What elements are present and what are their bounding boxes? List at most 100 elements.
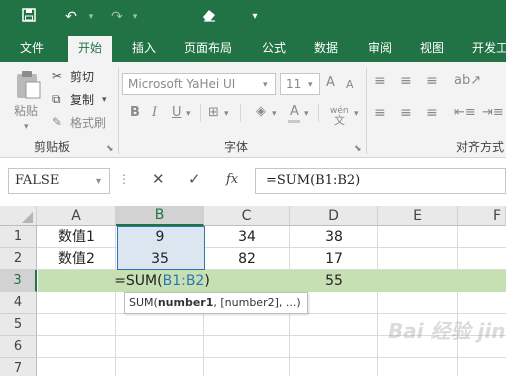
tab-home[interactable]: 开始: [68, 36, 113, 62]
row-header-6[interactable]: 6: [0, 336, 37, 358]
title-bar: ↶ ▾ ↷ ▾ ▾: [0, 0, 506, 34]
tab-data[interactable]: 数据: [314, 40, 338, 62]
eraser-icon[interactable]: [200, 8, 218, 27]
cell-b3-editing[interactable]: =SUM(B1:B2): [112, 270, 212, 292]
decrease-font-icon[interactable]: A: [346, 78, 354, 92]
redo-icon[interactable]: ↷: [108, 8, 126, 26]
align-center-icon[interactable]: ≡: [400, 106, 412, 120]
row-header-2[interactable]: 2: [0, 248, 37, 270]
format-painter-icon[interactable]: ✎: [52, 115, 62, 129]
format-painter-button[interactable]: 格式刷: [70, 116, 106, 130]
font-color-icon[interactable]: A: [290, 105, 299, 119]
alignment-group-label: 对齐方式: [456, 140, 505, 154]
cell-b3-formula-start: =SUM(: [114, 273, 163, 289]
phonetic-dropdown-icon[interactable]: ▾: [354, 107, 359, 121]
cell-d3[interactable]: 55: [290, 270, 378, 292]
decrease-indent-icon[interactable]: ⇤≡: [454, 106, 476, 120]
font-group-label: 字体: [224, 140, 249, 154]
clipboard-launcher-icon[interactable]: ⬊: [106, 142, 114, 156]
tooltip-remaining-args: , [number2], ...): [213, 296, 301, 309]
align-left-icon[interactable]: ≡: [374, 106, 386, 120]
customize-qat-icon[interactable]: ▾: [248, 8, 262, 26]
tab-review[interactable]: 审阅: [368, 40, 392, 62]
underline-button[interactable]: U: [172, 106, 182, 120]
align-middle-icon[interactable]: ≡: [400, 74, 412, 88]
copy-button[interactable]: 复制: [70, 93, 94, 107]
paste-icon[interactable]: [14, 70, 42, 100]
align-right-icon[interactable]: ≡: [426, 106, 438, 120]
tab-formulas[interactable]: 公式: [262, 40, 286, 62]
font-color-swatch: [288, 120, 300, 123]
row-header-1[interactable]: 1: [0, 226, 37, 248]
column-header-c[interactable]: C: [204, 206, 290, 226]
column-header-b[interactable]: B: [116, 206, 204, 226]
tab-page-layout[interactable]: 页面布局: [184, 40, 232, 62]
font-color-dropdown-icon[interactable]: ▾: [304, 107, 309, 121]
font-divider: [318, 104, 319, 122]
font-launcher-icon[interactable]: ⬊: [354, 142, 362, 156]
column-header-a[interactable]: A: [37, 206, 116, 226]
formula-input[interactable]: =SUM(B1:B2): [256, 168, 506, 194]
column-header-e[interactable]: E: [378, 206, 458, 226]
tab-developer[interactable]: 开发工: [472, 40, 506, 62]
cell-b1[interactable]: 9: [116, 226, 204, 248]
borders-dropdown-icon[interactable]: ▾: [224, 107, 229, 121]
undo-dropdown-icon[interactable]: ▾: [86, 8, 96, 26]
font-name-dropdown-icon[interactable]: ▾: [263, 78, 268, 92]
row-header-7[interactable]: 7: [0, 358, 37, 376]
cell-c1[interactable]: 34: [204, 226, 290, 248]
italic-button[interactable]: I: [152, 106, 157, 120]
align-bottom-icon[interactable]: ≡: [426, 74, 438, 88]
name-box-dropdown-icon[interactable]: ▾: [96, 175, 101, 189]
function-tooltip[interactable]: SUM(number1, [number2], ...): [124, 292, 308, 314]
column-header-f[interactable]: F: [458, 206, 506, 226]
ribbon-tabs: 文件 开始 插入 页面布局 公式 数据 审阅 视图 开发工: [0, 34, 506, 62]
row-header-5[interactable]: 5: [0, 314, 37, 336]
row-header-3[interactable]: 3: [0, 270, 37, 292]
formula-text: =SUM(B1:B2): [266, 173, 361, 188]
copy-icon[interactable]: ⧉: [52, 92, 61, 106]
increase-indent-icon[interactable]: ⇥≡: [482, 106, 504, 120]
paste-button[interactable]: 粘贴: [14, 104, 38, 118]
confirm-entry-button[interactable]: ✓: [188, 172, 201, 187]
cell-c2[interactable]: 82: [204, 248, 290, 270]
tab-file[interactable]: 文件: [20, 40, 44, 62]
orientation-icon[interactable]: ab↗: [454, 74, 481, 88]
tooltip-function-name: SUM(: [129, 296, 158, 309]
font-size-dropdown-icon[interactable]: ▾: [308, 78, 313, 92]
formula-bar-grip-icon: ⋮: [118, 172, 130, 186]
font-name-box[interactable]: Microsoft YaHei UI ▾: [122, 73, 276, 95]
increase-font-icon[interactable]: A: [326, 76, 335, 90]
fill-color-icon[interactable]: ◈: [256, 105, 266, 119]
borders-icon[interactable]: ⊞: [208, 106, 219, 120]
undo-icon[interactable]: ↶: [62, 8, 80, 26]
cell-d2[interactable]: 17: [290, 248, 378, 270]
name-box-value: FALSE: [15, 173, 60, 188]
column-header-d[interactable]: D: [290, 206, 378, 226]
name-box[interactable]: FALSE ▾: [8, 168, 110, 194]
align-top-icon[interactable]: ≡: [374, 74, 386, 88]
bold-button[interactable]: B: [130, 106, 140, 120]
cut-icon[interactable]: ✂: [52, 69, 62, 83]
redo-dropdown-icon[interactable]: ▾: [130, 8, 140, 26]
font-divider: [200, 104, 201, 122]
cell-b2[interactable]: 35: [116, 248, 204, 270]
underline-dropdown-icon[interactable]: ▾: [186, 107, 191, 121]
row-header-4[interactable]: 4: [0, 292, 37, 314]
tab-insert[interactable]: 插入: [132, 40, 156, 62]
copy-dropdown-icon[interactable]: ▾: [102, 93, 107, 107]
save-icon[interactable]: [20, 8, 38, 27]
cell-a1[interactable]: 数值1: [37, 226, 116, 248]
font-size-box[interactable]: 11 ▾: [280, 73, 320, 95]
cell-d1[interactable]: 38: [290, 226, 378, 248]
insert-function-button[interactable]: fx: [226, 173, 238, 187]
cut-button[interactable]: 剪切: [70, 70, 94, 84]
tooltip-current-arg: number1: [157, 296, 214, 309]
tab-view[interactable]: 视图: [420, 40, 444, 62]
fill-color-dropdown-icon[interactable]: ▾: [272, 107, 277, 121]
paste-dropdown-icon[interactable]: ▾: [24, 120, 29, 134]
cancel-entry-button[interactable]: ✕: [152, 172, 165, 187]
select-all-button[interactable]: [0, 206, 37, 226]
cell-a2[interactable]: 数值2: [37, 248, 116, 270]
clipboard-group-label: 剪贴板: [34, 140, 71, 154]
